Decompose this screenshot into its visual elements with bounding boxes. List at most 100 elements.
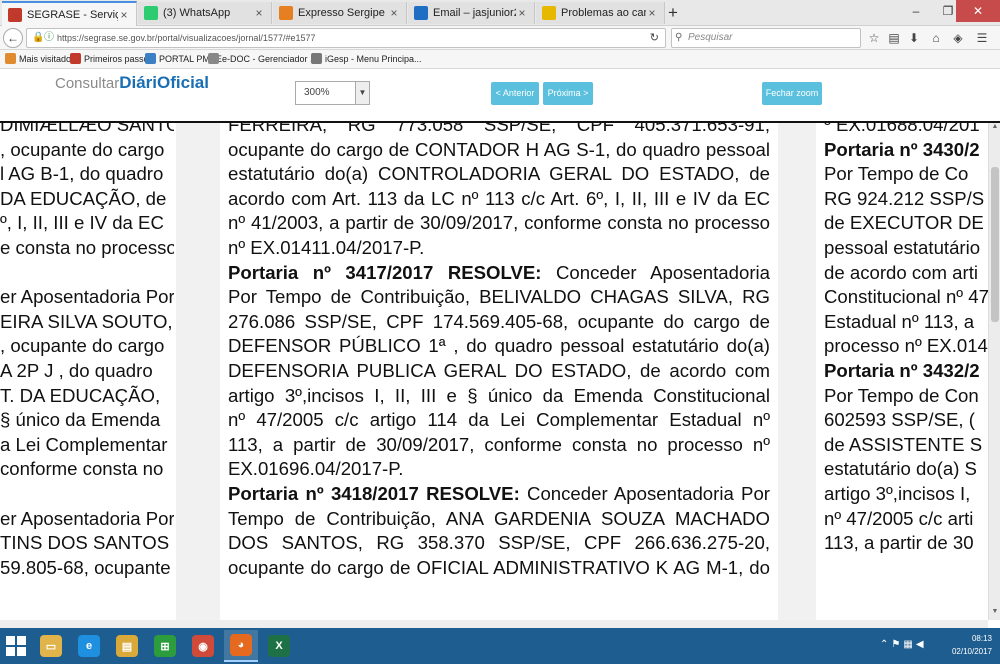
volume-icon[interactable]: ◀	[916, 639, 927, 650]
text-line: 113, a partir de 30	[824, 532, 974, 554]
text-line: Por Tempo de Con	[824, 384, 979, 406]
windows-start-icon[interactable]	[6, 636, 26, 656]
bookmark-item[interactable]: e-DOC - Gerenciador ...	[208, 53, 318, 64]
tab-label: Expresso Sergipe [Expresso M	[298, 7, 388, 19]
browser-tab[interactable]: SEGRASE - Serviços Gráficos d×	[2, 1, 137, 26]
tab-label: (3) WhatsApp	[163, 7, 231, 19]
text-line: conforme consta no	[0, 458, 164, 480]
bookmark-item[interactable]: Primeiros passos	[70, 53, 153, 64]
menu-icon[interactable]: ☰	[974, 30, 990, 46]
close-tab-icon[interactable]: ×	[516, 6, 528, 20]
text-line: A 2P J , do quadro	[0, 359, 153, 381]
chrome-taskbar-button[interactable]: ◉	[186, 630, 220, 662]
text-line: FERREIRA, RG 773.058 SSP/SE, CPF 405.371…	[228, 123, 770, 135]
text-line: de EXECUTOR DE	[824, 212, 984, 234]
flag-icon[interactable]: ⚑	[891, 639, 903, 650]
folder-taskbar-button[interactable]: ▤	[110, 630, 144, 662]
close-tab-icon[interactable]: ×	[253, 6, 265, 20]
scroll-up-icon[interactable]: ▲	[989, 123, 1000, 135]
text-line: er Aposentadoria Por	[0, 507, 174, 529]
text-line: nº 47/2005 c/c artigo 114 da Lei Complem…	[228, 409, 770, 431]
text-line: DEFENSOR PÚBLICO 1ª , do quadro pessoal …	[228, 335, 770, 357]
bookmark-icon	[5, 53, 16, 64]
lock-icon: 🔒	[32, 32, 45, 43]
previous-page-button[interactable]: < Anterior	[491, 82, 539, 105]
text-line: artigo 3º,incisos I, II, III e § único d…	[228, 384, 770, 406]
close-tab-icon[interactable]: ×	[388, 6, 400, 20]
reload-icon[interactable]: ↻	[650, 29, 659, 47]
text-line: estatutário do(a) S	[824, 458, 977, 480]
right-column-text: º EX.01688.04/201 Portaria nº 3430/2 Por T…	[824, 123, 988, 556]
close-window-button[interactable]: ✕	[956, 0, 1000, 22]
bookmark-item[interactable]: Mais visitados	[5, 53, 76, 64]
network-icon[interactable]: ▦	[903, 639, 915, 650]
bookmark-label: iGesp - Menu Principa...	[325, 53, 422, 64]
next-page-button[interactable]: Próxima >	[543, 82, 593, 105]
browser-tab[interactable]: Problemas ao carregar a pág×	[536, 2, 665, 24]
excel-taskbar-button[interactable]: X	[262, 630, 296, 662]
file-explorer-icon: ▭	[40, 635, 62, 657]
browser-tab[interactable]: Expresso Sergipe [Expresso M×	[273, 2, 407, 24]
new-tab-button[interactable]: +	[668, 3, 678, 23]
text-line: ocupante do cargo de CONTADOR H AG S-1, …	[228, 138, 770, 160]
text-line: a Lei Complementar	[0, 433, 168, 455]
close-zoom-button[interactable]: Fechar zoom	[762, 82, 822, 105]
browser-tab[interactable]: Email – jasjunior2004@hotm×	[408, 2, 535, 24]
scroll-down-icon[interactable]: ▼	[989, 608, 1000, 620]
info-icon[interactable]: ⓘ	[44, 29, 54, 47]
document-viewport[interactable]: DIMIÆLLÆO SANTOS, , ocupante do cargo l AG…	[0, 123, 1000, 620]
bookmark-label: Mais visitados	[19, 53, 76, 64]
consultar-diario-oficial-logo[interactable]: ConsultarDiáriOficial	[55, 73, 209, 93]
ie-taskbar-button[interactable]: e	[72, 630, 106, 662]
page-gutter-right	[778, 123, 816, 620]
navigation-bar: ← 🔒 ⓘ https://segrase.se.gov.br/portal/v…	[0, 26, 1000, 50]
store-taskbar-button[interactable]: ⊞	[148, 630, 182, 662]
page-gutter-left	[176, 123, 220, 620]
file-explorer-taskbar-button[interactable]: ▭	[34, 630, 68, 662]
text-line: DA EDUCAÇÃO, de	[0, 187, 167, 209]
text-line: nº 47/2005 c/c arti	[824, 507, 974, 529]
browser-tab[interactable]: (3) WhatsApp ×	[138, 2, 272, 24]
zoom-value: 300%	[304, 87, 330, 98]
system-tray-icons[interactable]: ⌃⚑▦◀	[880, 639, 927, 650]
clock[interactable]: 08:13 02/10/2017	[952, 632, 992, 660]
text-line: T. DA EDUCAÇÃO,	[0, 384, 161, 406]
firefox-taskbar-button[interactable]: ◕	[224, 630, 258, 662]
home-icon[interactable]: ⌂	[928, 30, 944, 46]
left-column-text: DIMIÆLLÆO SANTOS, , ocupante do cargo l AG…	[0, 123, 174, 580]
warning-icon	[542, 6, 556, 20]
center-column-text: FERREIRA, RG 773.058 SSP/SE, CPF 405.371…	[228, 123, 770, 580]
close-tab-icon[interactable]: ×	[646, 6, 658, 20]
url-bar[interactable]: 🔒 ⓘ https://segrase.se.gov.br/portal/vis…	[26, 28, 666, 48]
text-line: , ocupante do cargo	[0, 335, 165, 357]
text-line: º, I, II, III e IV da EC	[0, 212, 164, 234]
search-input[interactable]: ⚲ Pesquisar	[671, 28, 861, 48]
clock-time: 08:13	[971, 634, 992, 643]
logo-name: Diári	[119, 73, 157, 92]
text-line: artigo 3º,incisos I,	[824, 482, 971, 504]
bookmark-star-icon[interactable]: ☆	[866, 30, 882, 46]
text-line: Portaria nº 3430/2	[824, 138, 988, 163]
expresso-icon	[279, 6, 293, 20]
text-line: l AG B-1, do quadro	[0, 163, 164, 185]
text-line: Portaria nº 3417/2017 RESOLVE: Conceder …	[228, 261, 770, 283]
bookmark-item[interactable]: iGesp - Menu Principa...	[311, 53, 422, 64]
back-button[interactable]: ←	[3, 28, 23, 48]
reading-list-icon[interactable]: ▤	[886, 30, 902, 46]
text-line: er Aposentadoria Por	[0, 286, 174, 308]
vertical-scrollbar[interactable]: ▲ ▼	[988, 123, 1000, 620]
download-icon[interactable]: ⬇	[906, 30, 922, 46]
close-tab-icon[interactable]: ×	[118, 8, 130, 22]
bookmark-icon	[208, 53, 219, 64]
pocket-icon[interactable]: ◈	[950, 30, 966, 46]
zoom-select[interactable]: 300% ▼	[295, 81, 370, 105]
text-line: º EX.01688.04/201	[824, 123, 980, 135]
horizontal-scrollbar[interactable]	[0, 620, 988, 628]
scroll-thumb[interactable]	[991, 167, 999, 322]
bookmarks-bar: Mais visitados Primeiros passos PORTAL PMS…	[0, 50, 1000, 69]
ie-icon: e	[78, 635, 100, 657]
minimize-button[interactable]: –	[900, 0, 932, 22]
text-line	[0, 261, 174, 286]
arrow-up-icon[interactable]: ⌃	[880, 639, 891, 650]
folder-icon: ▤	[116, 635, 138, 657]
